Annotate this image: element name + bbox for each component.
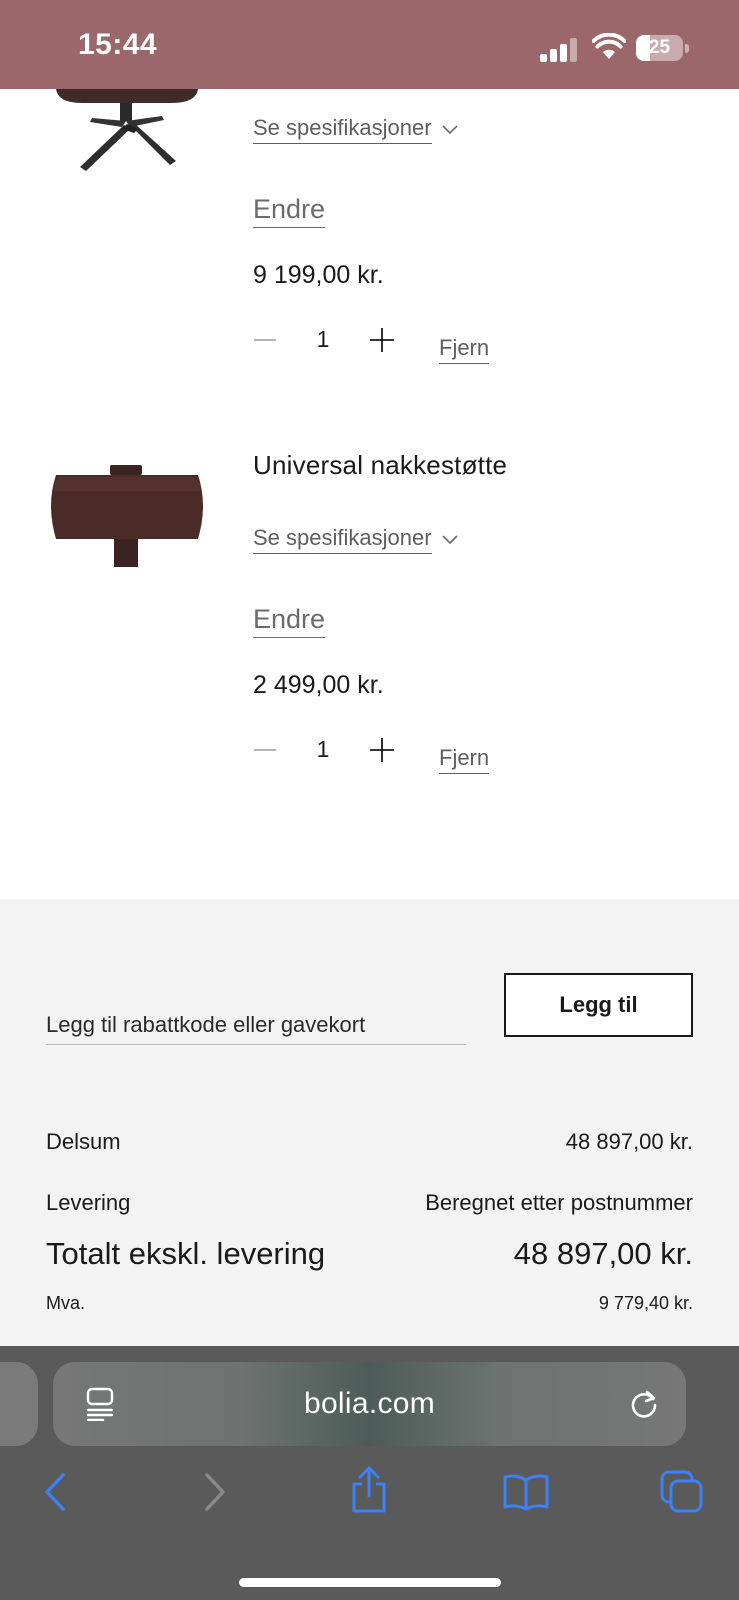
signal-icon [540, 38, 578, 62]
vat-label: Mva. [46, 1293, 86, 1313]
spec-toggle-label: Se spesifikasjoner [253, 525, 432, 554]
quantity-value: 1 [316, 736, 330, 762]
chevron-down-icon [441, 534, 458, 544]
battery-level: 25 [648, 37, 671, 58]
url-text: bolia.com [303, 1387, 436, 1420]
edit-link[interactable]: Endre [253, 194, 326, 228]
address-bar[interactable]: bolia.com [53, 1362, 686, 1446]
battery-icon: 25 [636, 35, 689, 61]
swivel-chair-base-icon [56, 89, 198, 171]
bookmarks-icon[interactable] [502, 1472, 550, 1512]
spec-toggle[interactable]: Se spesifikasjoner [253, 525, 458, 554]
remove-link[interactable]: Fjern [439, 335, 490, 364]
shipping-value: Beregnet etter postnummer [425, 1190, 693, 1215]
item-price: 2 499,00 kr. [253, 671, 384, 699]
order-summary: Legg til Delsum 48 897,00 kr. Levering B… [0, 899, 739, 1346]
status-bar: 15:44 25 [0, 0, 739, 89]
subtotal-label: Delsum [46, 1129, 121, 1154]
decrease-quantity-button[interactable] [253, 738, 277, 762]
increase-quantity-button[interactable] [369, 327, 395, 353]
decrease-quantity-button[interactable] [253, 328, 277, 352]
forward-icon[interactable] [203, 1472, 227, 1512]
product-name: Universal nakkestøtte [253, 450, 508, 480]
wifi-icon [592, 33, 626, 59]
spec-toggle-label: Se spesifikasjoner [253, 115, 432, 144]
home-indicator[interactable] [239, 1578, 501, 1587]
spec-toggle[interactable]: Se spesifikasjoner [253, 115, 458, 144]
vat-value: 9 779,40 kr. [598, 1293, 693, 1313]
discount-code-input[interactable] [46, 1005, 466, 1045]
tabs-icon[interactable] [660, 1470, 704, 1514]
subtotal-value: 48 897,00 kr. [565, 1129, 693, 1154]
previous-tab[interactable] [0, 1362, 38, 1446]
shipping-label: Levering [46, 1190, 131, 1215]
apply-discount-button[interactable]: Legg til [504, 973, 693, 1037]
reload-icon[interactable] [628, 1388, 660, 1420]
share-icon[interactable] [349, 1466, 389, 1514]
chevron-down-icon [441, 124, 458, 134]
total-value: 48 897,00 kr. [513, 1236, 693, 1271]
cart-item: Universal nakkestøtte Se spesifikasjoner… [0, 450, 739, 785]
quantity-value: 1 [316, 326, 330, 352]
increase-quantity-button[interactable] [369, 737, 395, 763]
back-icon[interactable] [43, 1472, 67, 1512]
headrest-icon [51, 465, 203, 567]
edit-link[interactable]: Endre [253, 604, 326, 638]
remove-link[interactable]: Fjern [439, 745, 490, 774]
item-price: 9 199,00 kr. [253, 261, 384, 289]
total-label: Totalt ekskl. levering [46, 1236, 326, 1271]
status-time: 15:44 [78, 28, 158, 61]
browser-toolbar: bolia.com [0, 1346, 739, 1600]
cart-item: Se spesifikasjoner Endre 9 199,00 kr. 1 … [0, 89, 739, 389]
